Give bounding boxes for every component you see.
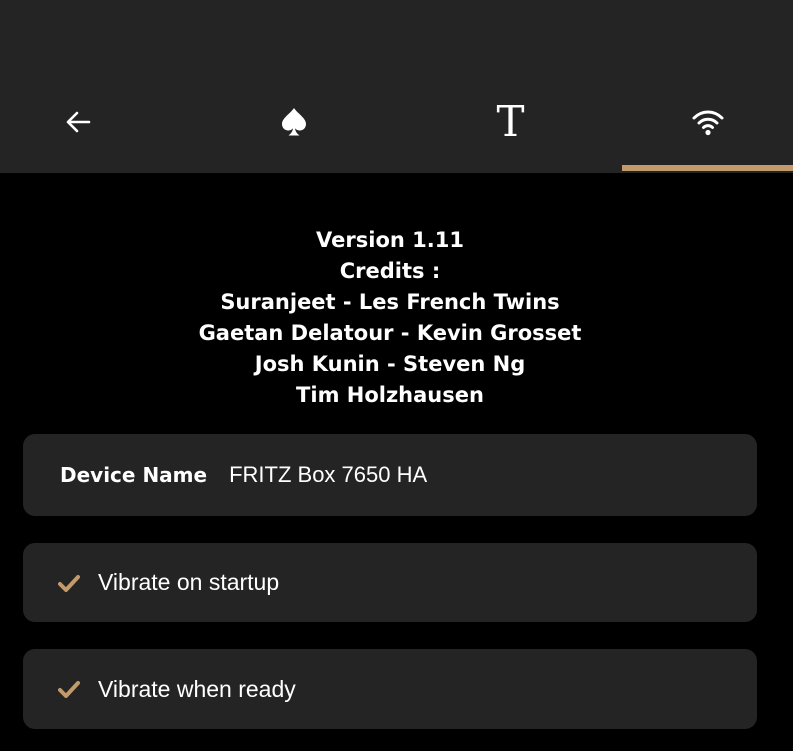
vibrate-on-startup-option[interactable]: Vibrate on startup [23, 543, 757, 622]
credits-block: Version 1.11 Credits : Suranjeet - Les F… [0, 225, 780, 411]
credits-line: Josh Kunin - Steven Ng [254, 352, 526, 376]
credits-line: Tim Holzhausen [296, 383, 484, 407]
tab-text[interactable]: T [425, 76, 596, 168]
vibrate-when-ready-label: Vibrate when ready [98, 675, 296, 702]
app-root: T Version 1.11 Credits : Suranjeet - Les… [0, 0, 793, 751]
arrow-left-icon [66, 111, 90, 133]
wifi-icon [692, 110, 723, 136]
back-button[interactable] [0, 76, 155, 168]
vibrate-on-startup-label: Vibrate on startup [98, 569, 280, 595]
spade-icon [281, 108, 306, 136]
credits-line: Gaetan Delatour - Kevin Grosset [198, 321, 582, 345]
vibrate-when-ready-option[interactable]: Vibrate when ready [23, 649, 757, 729]
credits-line: Suranjeet - Les French Twins [220, 290, 560, 314]
credits-heading: Credits : [339, 259, 441, 283]
tab-cards[interactable] [208, 76, 379, 168]
tab-wifi[interactable] [622, 76, 793, 168]
version-text: Version 1.11 [316, 228, 464, 252]
top-tab-bar: T [0, 0, 793, 173]
check-icon [58, 679, 80, 699]
check-icon [58, 573, 80, 593]
device-name-label: Device Name [60, 463, 208, 487]
device-name-row[interactable]: Device Name FRITZ Box 7650 HA [23, 434, 757, 516]
selected-tab-indicator [622, 165, 793, 171]
device-name-value: FRITZ Box 7650 HA [229, 462, 428, 487]
text-t-icon: T [496, 97, 525, 146]
